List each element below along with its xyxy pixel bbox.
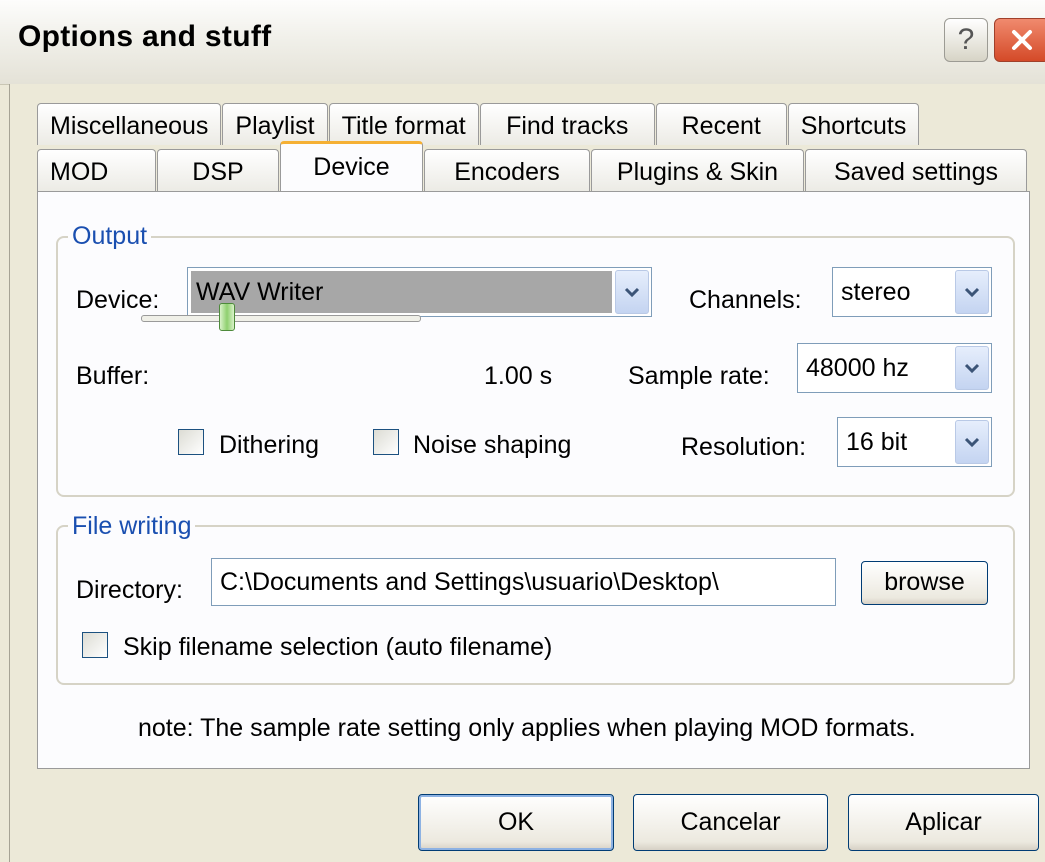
sample-rate-label: Sample rate:	[628, 362, 770, 390]
resolution-select-value: 16 bit	[846, 428, 908, 456]
tab-saved-settings[interactable]: Saved settings	[805, 149, 1027, 191]
tab-mod[interactable]: MOD	[37, 149, 156, 191]
chevron-down-icon	[964, 437, 980, 448]
device-dropdown-button[interactable]	[615, 270, 649, 314]
ok-button[interactable]: OK	[418, 794, 614, 851]
device-select-value: WAV Writer	[196, 278, 324, 306]
resolution-label: Resolution:	[681, 433, 807, 461]
cancel-button[interactable]: Cancelar	[633, 794, 828, 851]
directory-input[interactable]: C:\Documents and Settings\usuario\Deskto…	[211, 558, 836, 606]
device-tab-panel: Output Device: WAV Writer Channels: ster…	[37, 191, 1030, 769]
dithering-checkbox[interactable]	[178, 429, 204, 455]
chevron-down-icon	[964, 363, 980, 374]
buffer-slider-thumb[interactable]	[219, 303, 235, 331]
tab-dsp[interactable]: DSP	[157, 149, 279, 191]
tab-miscellaneous[interactable]: Miscellaneous	[37, 103, 222, 145]
window-title: Options and stuff	[18, 20, 272, 53]
skip-filename-checkbox[interactable]	[82, 632, 108, 658]
tab-plugins-skin[interactable]: Plugins & Skin	[591, 149, 804, 191]
dithering-label[interactable]: Dithering	[219, 431, 319, 460]
help-icon: ?	[957, 23, 975, 56]
tab-row-1: Miscellaneous Playlist Title format Find…	[37, 103, 920, 145]
apply-button[interactable]: Aplicar	[848, 794, 1039, 851]
file-writing-group-label: File writing	[68, 512, 196, 541]
tab-encoders[interactable]: Encoders	[424, 149, 590, 191]
close-button[interactable]	[994, 18, 1045, 62]
device-label: Device:	[76, 286, 160, 314]
buffer-slider-track[interactable]	[141, 315, 421, 322]
tab-device[interactable]: Device	[280, 141, 423, 192]
channels-select-value: stereo	[841, 278, 911, 306]
resolution-select[interactable]: 16 bit	[837, 417, 992, 467]
channels-dropdown-button[interactable]	[955, 270, 989, 314]
buffer-label: Buffer:	[76, 362, 150, 390]
sample-rate-select[interactable]: 48000 hz	[797, 343, 992, 393]
channels-label: Channels:	[689, 286, 802, 314]
chevron-down-icon	[964, 287, 980, 298]
skip-filename-label[interactable]: Skip filename selection (auto filename)	[123, 633, 552, 662]
buffer-value: 1.00 s	[484, 362, 553, 390]
noise-shaping-checkbox[interactable]	[373, 429, 399, 455]
tab-title-format[interactable]: Title format	[328, 103, 479, 145]
tab-find-tracks[interactable]: Find tracks	[479, 103, 655, 145]
sample-rate-note: note: The sample rate setting only appli…	[138, 714, 916, 742]
close-icon	[1012, 30, 1032, 50]
tab-playlist[interactable]: Playlist	[222, 103, 328, 145]
title-bar: Options and stuff ?	[0, 0, 1045, 85]
sample-rate-select-value: 48000 hz	[806, 354, 909, 382]
channels-select[interactable]: stereo	[832, 267, 992, 317]
chevron-down-icon	[624, 287, 640, 298]
noise-shaping-label[interactable]: Noise shaping	[413, 431, 571, 460]
directory-label: Directory:	[76, 576, 183, 604]
tab-recent[interactable]: Recent	[655, 103, 787, 145]
resolution-dropdown-button[interactable]	[955, 420, 989, 464]
sample-rate-dropdown-button[interactable]	[955, 346, 989, 390]
tab-shortcuts[interactable]: Shortcuts	[787, 103, 920, 145]
device-select[interactable]: WAV Writer	[187, 267, 652, 317]
output-group-label: Output	[68, 222, 152, 251]
help-button[interactable]: ?	[944, 18, 988, 62]
browse-button[interactable]: browse	[861, 561, 988, 605]
tab-row-2: MOD DSP Device Encoders Plugins & Skin S…	[37, 141, 1028, 192]
